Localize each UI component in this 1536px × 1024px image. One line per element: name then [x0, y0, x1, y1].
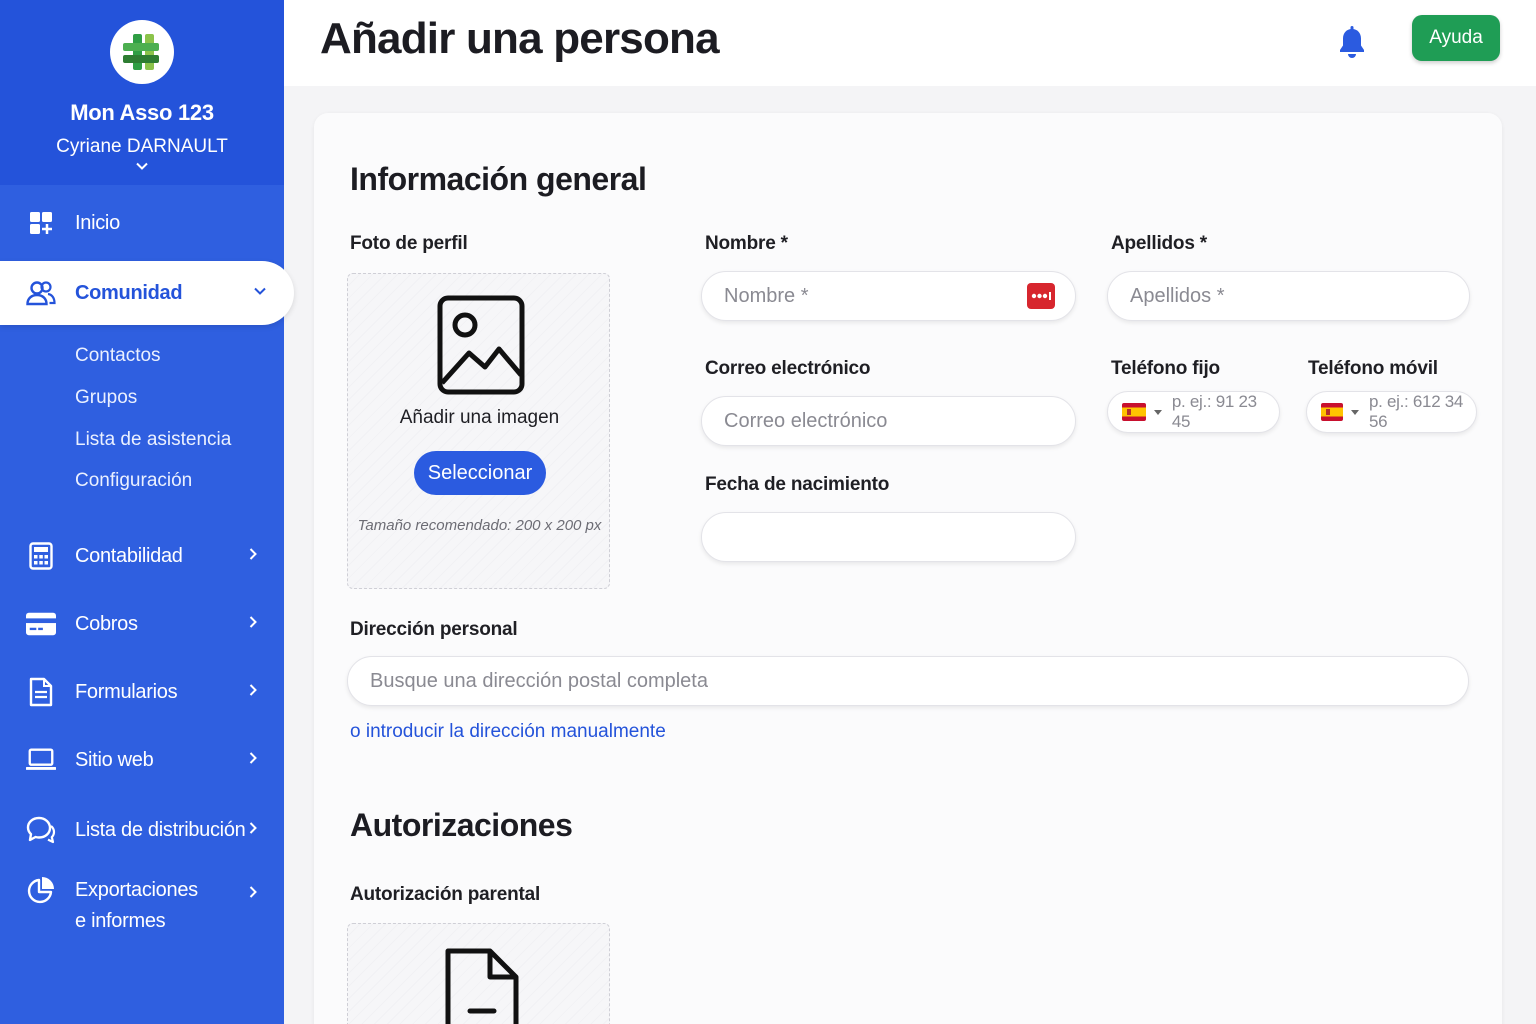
sidebar-subitem-configuracion[interactable]: Configuración — [75, 470, 192, 492]
spain-flag-icon[interactable] — [1122, 403, 1146, 421]
sidebar-item-label: Comunidad — [75, 281, 183, 304]
chevron-down-icon — [252, 282, 268, 305]
sidebar-item-label: Inicio — [75, 211, 120, 234]
chevron-right-icon — [248, 613, 258, 636]
section-title-general: Información general — [350, 161, 647, 197]
profile-photo-dropzone[interactable]: Añadir una imagen Tamaño recomendado: 20… — [347, 273, 610, 589]
correo-label: Correo electrónico — [705, 358, 871, 379]
sidebar-item-formularios[interactable]: Formularios — [0, 660, 284, 724]
chevron-right-icon — [248, 545, 258, 568]
telefono-fijo-input[interactable]: p. ej.: 91 23 45 — [1107, 391, 1280, 433]
telefono-movil-placeholder: p. ej.: 612 34 56 — [1368, 392, 1464, 431]
sidebar-item-label: e informes — [75, 910, 166, 932]
user-selector[interactable]: Cyriane DARNAULT — [0, 136, 284, 158]
chevron-right-icon — [248, 819, 258, 842]
organization-name: Mon Asso 123 — [70, 100, 214, 125]
telefono-movil-label: Teléfono móvil — [1308, 358, 1438, 379]
autorizacion-parental-dropzone[interactable] — [347, 923, 610, 1024]
organization-header[interactable]: Mon Asso 123 Cyriane DARNAULT — [0, 0, 284, 185]
sidebar-item-exportaciones[interactable]: Exportaciones e informes — [0, 867, 284, 947]
nombre-label: Nombre * — [705, 233, 788, 254]
profile-photo-label: Foto de perfil — [350, 233, 468, 254]
fecha-nacimiento-label: Fecha de nacimiento — [705, 474, 890, 495]
spain-flag-icon[interactable] — [1321, 403, 1343, 421]
telefono-fijo-label: Teléfono fijo — [1111, 358, 1220, 379]
caret-down-icon[interactable] — [1153, 409, 1162, 415]
chevron-down-icon[interactable] — [134, 158, 150, 174]
sidebar-item-cobros[interactable]: Cobros — [0, 592, 284, 656]
sidebar-item-label: Sitio web — [75, 748, 154, 771]
sidebar-item-label: Exportaciones — [75, 879, 198, 901]
section-title-autorizaciones: Autorizaciones — [350, 807, 573, 843]
nombre-input[interactable] — [701, 271, 1076, 321]
document-icon — [26, 677, 56, 707]
caret-down-icon[interactable] — [1350, 409, 1359, 415]
help-button[interactable]: Ayuda — [1412, 15, 1500, 61]
laptop-icon — [26, 745, 56, 775]
bell-icon[interactable] — [1337, 26, 1367, 60]
apellidos-input[interactable] — [1107, 271, 1470, 321]
pie-chart-icon — [26, 875, 56, 905]
sidebar-item-inicio[interactable]: Inicio — [0, 191, 284, 255]
dashboard-add-icon — [26, 208, 56, 238]
autorizacion-parental-label: Autorización parental — [350, 884, 541, 905]
correo-input[interactable] — [701, 396, 1076, 446]
hash-logo-icon — [123, 34, 159, 70]
page-title: Añadir una persona — [320, 14, 720, 63]
select-image-button[interactable]: Seleccionar — [414, 451, 546, 495]
organization-logo — [110, 20, 174, 84]
sidebar-item-contabilidad[interactable]: Contabilidad — [0, 524, 284, 588]
users-icon — [26, 278, 56, 308]
form-card: Información general Foto de perfil Añadi… — [314, 113, 1502, 1024]
manual-address-link[interactable]: o introducir la dirección manualmente — [350, 721, 666, 743]
file-icon — [445, 948, 519, 1024]
sidebar-subitem-lista-asistencia[interactable]: Lista de asistencia — [75, 429, 231, 451]
apellidos-label: Apellidos * — [1111, 233, 1207, 254]
direccion-label: Dirección personal — [350, 619, 518, 640]
image-icon — [437, 295, 525, 395]
user-name: Cyriane DARNAULT — [56, 136, 228, 157]
chat-bubbles-icon — [26, 815, 56, 845]
sidebar-item-sitio-web[interactable]: Sitio web — [0, 728, 284, 792]
photo-size-hint: Tamaño recomendado: 200 x 200 px — [357, 517, 602, 534]
sidebar: Mon Asso 123 Cyriane DARNAULT Inicio Com… — [0, 0, 294, 1024]
calculator-icon — [26, 541, 56, 571]
chevron-right-icon — [248, 749, 258, 772]
sidebar-item-label: Formularios — [75, 680, 178, 703]
sidebar-subitem-grupos[interactable]: Grupos — [75, 387, 137, 409]
sidebar-item-lista-distribucion[interactable]: Lista de distribución — [0, 798, 284, 862]
telefono-fijo-placeholder: p. ej.: 91 23 45 — [1171, 392, 1257, 431]
telefono-movil-input[interactable]: p. ej.: 612 34 56 — [1306, 391, 1477, 433]
sidebar-item-comunidad[interactable]: Comunidad — [0, 261, 294, 325]
sidebar-item-label-group: Exportaciones e informes — [75, 875, 198, 937]
top-header: Añadir una persona Ayuda — [284, 0, 1536, 86]
password-manager-icon[interactable] — [1027, 283, 1055, 309]
add-image-text: Añadir una imagen — [399, 407, 560, 428]
direccion-input[interactable] — [347, 656, 1469, 706]
sidebar-item-label: Cobros — [75, 612, 138, 635]
sidebar-item-label: Lista de distribución — [75, 818, 246, 841]
fecha-nacimiento-input[interactable] — [701, 512, 1076, 562]
sidebar-item-label: Contabilidad — [75, 544, 183, 567]
chevron-right-icon — [248, 883, 258, 906]
chevron-right-icon — [248, 681, 258, 704]
credit-card-icon — [26, 609, 56, 639]
sidebar-subitem-contactos[interactable]: Contactos — [75, 345, 161, 367]
